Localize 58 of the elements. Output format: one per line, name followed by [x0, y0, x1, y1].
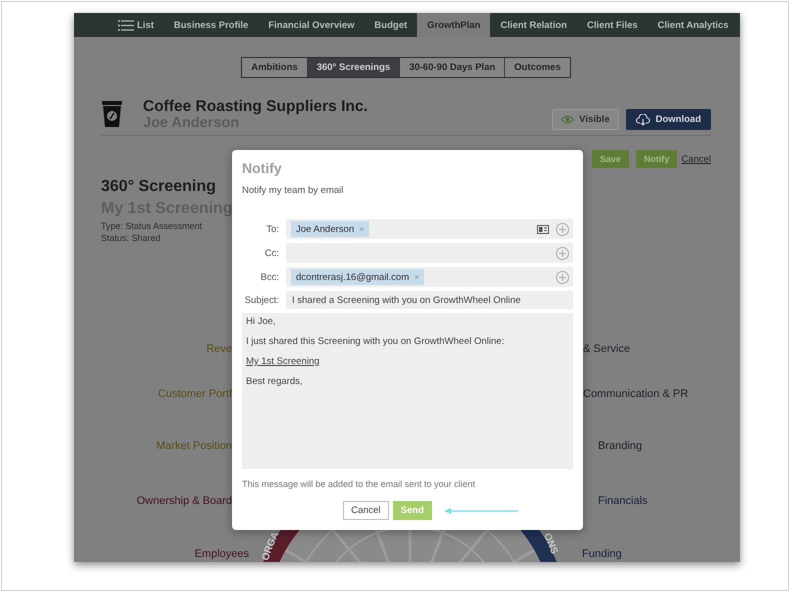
nav-tab[interactable]: Client Relation	[490, 13, 577, 37]
nav-tab[interactable]: Client Analytics	[648, 13, 739, 37]
arrow-icon	[444, 508, 518, 514]
cloud-download-icon	[636, 114, 650, 126]
cancel-link[interactable]: Cancel	[681, 154, 711, 164]
screening-type: Type: Status Assessment	[101, 220, 202, 232]
client-name: Coffee Roasting Suppliers Inc.	[143, 98, 369, 115]
cancel-button[interactable]: Cancel	[343, 501, 389, 520]
recipient-field[interactable]: Joe Anderson ×	[286, 219, 573, 239]
screening-status: Status: Shared	[101, 232, 161, 244]
coffee-cup-icon	[101, 100, 123, 128]
field-label: Cc:	[264, 248, 279, 258]
add-icon[interactable]	[556, 246, 569, 260]
visible-button[interactable]: Visible	[552, 109, 619, 130]
eye-icon	[561, 115, 574, 124]
wheel-label: Customer Portf	[158, 387, 232, 401]
field-label: To:	[265, 224, 279, 234]
wheel-label: Employees	[194, 547, 249, 561]
chip-label: Joe Anderson	[296, 224, 354, 234]
list-icon	[118, 20, 134, 30]
list-label: List	[137, 20, 154, 30]
message-line: Hi Joe,	[246, 316, 277, 327]
subtab[interactable]: 360° Screenings	[306, 58, 400, 77]
contact-card-icon[interactable]	[537, 224, 549, 234]
wheel-label: Market Position	[156, 439, 232, 453]
add-icon[interactable]	[556, 270, 569, 284]
nav-tab[interactable]: Business Profile	[164, 13, 258, 37]
subtab[interactable]: 30-60-90 Days Plan	[399, 58, 504, 77]
dialog-subtitle: Notify my team by email	[242, 185, 344, 197]
nav-tab[interactable]: Budget	[364, 13, 418, 37]
chip-label: dcontrerasj.16@gmail.com	[296, 272, 410, 282]
message-line: Best regards,	[246, 376, 304, 387]
subject-field[interactable]: I shared a Screening with you on GrowthWheel Online	[286, 291, 573, 309]
screening-heading: 360° Screening	[101, 178, 216, 196]
wheel-label: Financials	[598, 494, 648, 508]
recipient-field[interactable]	[286, 243, 573, 263]
nav-tab[interactable]: GrowthPlan	[417, 13, 490, 37]
wheel-label: & Service	[583, 342, 630, 356]
message-line: I just shared this Screening with you on GrowthWheel Online:	[246, 336, 506, 347]
list-nav-item[interactable]: List	[108, 13, 164, 37]
wheel-label: Ownership & Board	[136, 494, 232, 508]
dialog-title: Notify	[242, 160, 283, 176]
subtab[interactable]: Ambitions	[242, 58, 307, 77]
field-label: Bcc:	[260, 272, 279, 282]
nav-tab[interactable]: Financial Overview	[258, 13, 364, 37]
download-button[interactable]: Download	[626, 109, 711, 130]
message-body-field[interactable]: Hi Joe, I just shared this Screening with you on GrowthWheel Online: My 1st Screening Best regards,	[242, 313, 573, 469]
recipient-field[interactable]: dcontrerasj.16@gmail.com ×	[286, 267, 573, 287]
subtab[interactable]: Outcomes	[504, 58, 570, 77]
nav-tab[interactable]: Client Files	[576, 13, 648, 37]
screening-link[interactable]: My 1st Screening	[246, 356, 320, 367]
wheel-label: Communication & PR	[583, 387, 688, 401]
wheel-label: Branding	[598, 439, 642, 453]
field-label: Subject:	[244, 294, 279, 306]
wheel-label: Funding	[582, 547, 622, 561]
add-icon[interactable]	[556, 222, 569, 236]
dialog-note: This message will be added to the email sent to your client	[242, 479, 476, 489]
wheel-label: Reve	[206, 342, 232, 356]
